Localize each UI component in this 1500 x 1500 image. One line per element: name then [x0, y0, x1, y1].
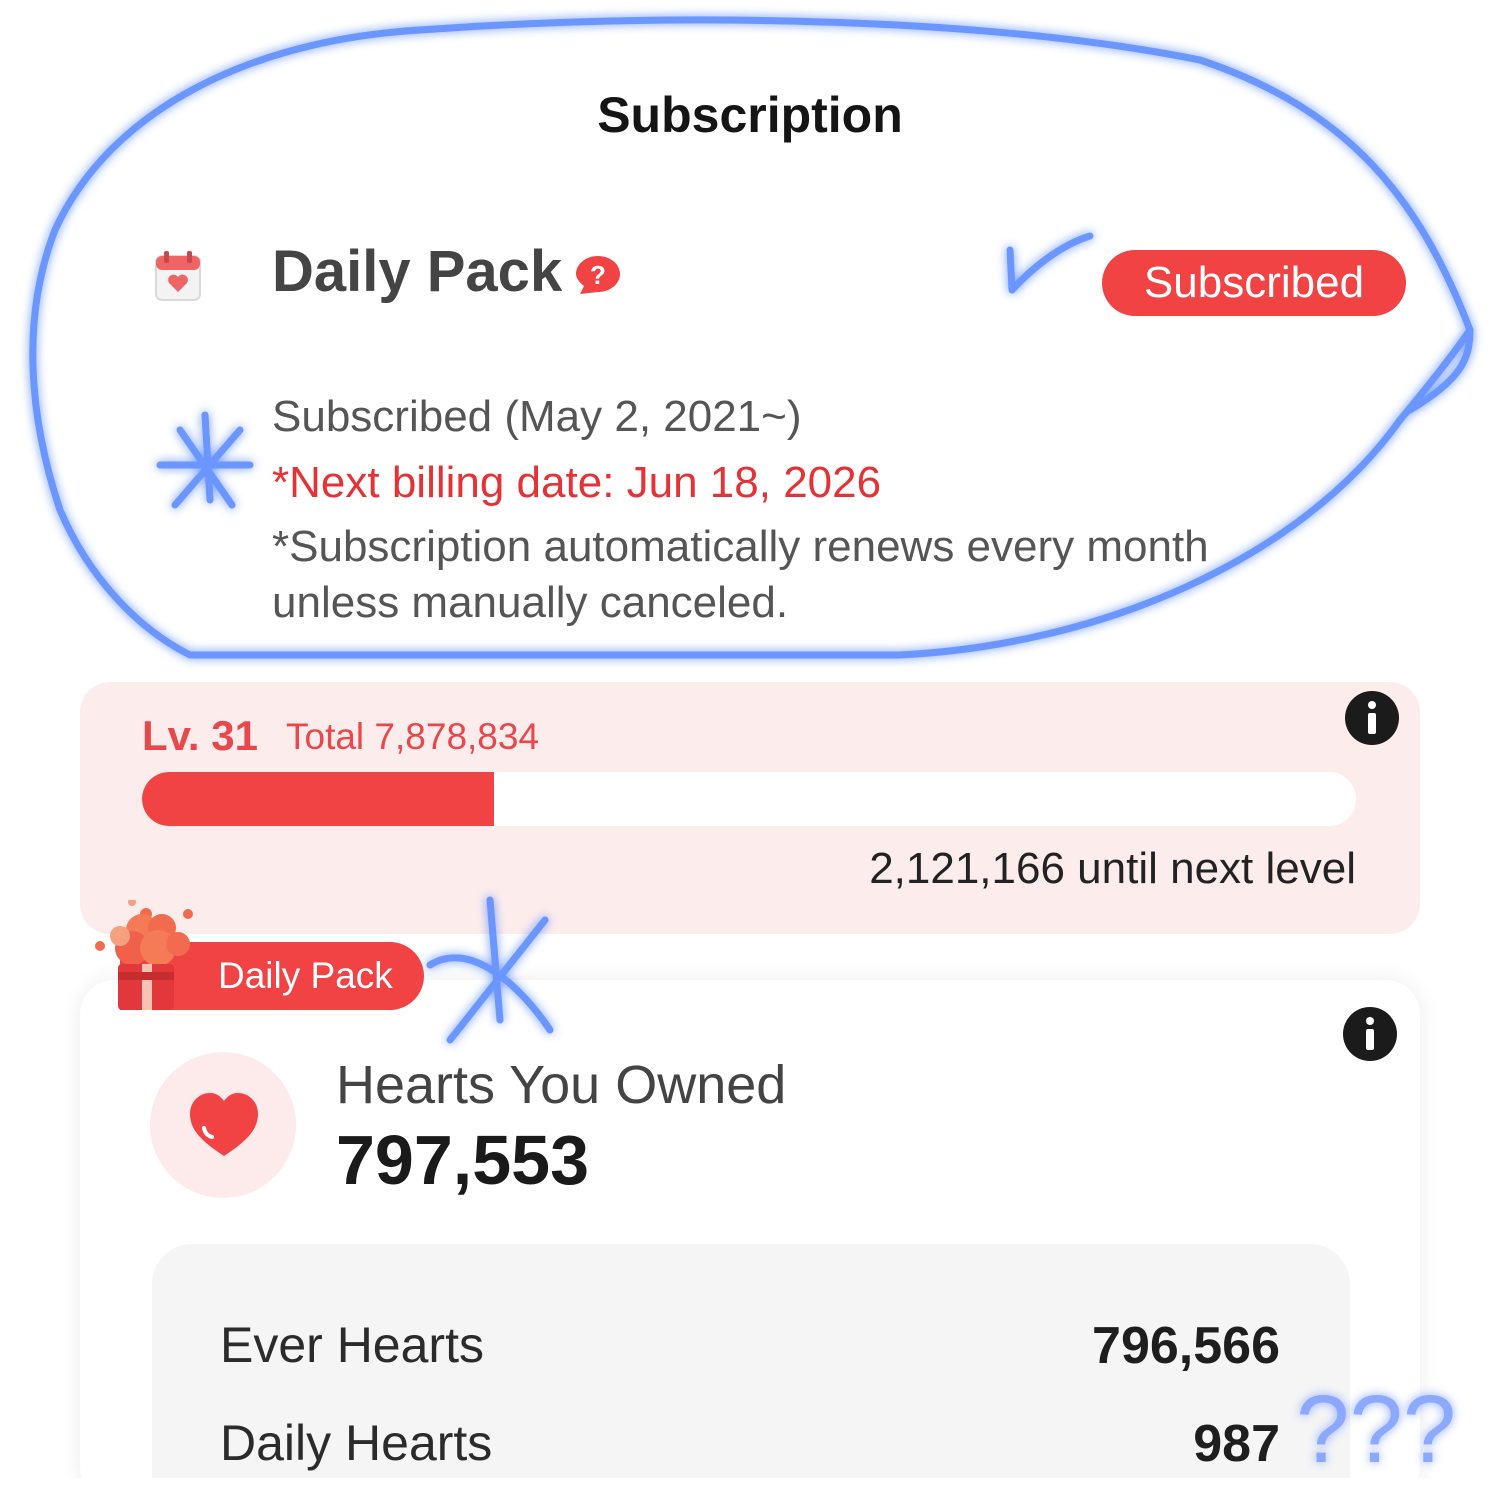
page-title: Subscription	[597, 87, 903, 143]
ever-hearts-label: Ever Hearts	[220, 1317, 484, 1373]
level-progress-bar	[142, 772, 1356, 826]
pack-name: Daily Pack	[272, 239, 563, 304]
level-progress-fill	[142, 772, 495, 826]
hearts-owned-label: Hearts You Owned	[336, 1055, 787, 1115]
bottom-margin	[0, 1478, 1500, 1500]
info-circle-icon[interactable]	[1342, 1006, 1398, 1062]
level-card: Lv. 31 Total 7,878,834 2,121,166 until n…	[80, 682, 1420, 934]
hearts-breakdown: Ever Hearts 796,566 Daily Hearts 987	[152, 1244, 1350, 1500]
daily-hearts-label: Daily Hearts	[220, 1415, 493, 1471]
hearts-owned-value: 797,553	[336, 1121, 590, 1199]
gift-hearts-icon	[95, 900, 193, 1010]
subscribed-since: Subscribed (May 2, 2021~)	[272, 392, 802, 441]
calendar-heart-icon	[155, 251, 201, 301]
daily-hearts-value: 987	[1193, 1415, 1280, 1473]
heart-badge	[150, 1052, 296, 1198]
renewal-note-line2: unless manually canceled.	[272, 578, 789, 627]
svg-text:?: ?	[590, 260, 606, 290]
subscribed-button[interactable]: Subscribed	[1102, 250, 1406, 316]
heart-icon	[190, 1093, 258, 1156]
level-label: Lv. 31	[142, 712, 258, 759]
level-total: Total 7,878,834	[286, 716, 540, 757]
next-billing-date: *Next billing date: Jun 18, 2026	[272, 458, 882, 507]
renewal-note-line1: *Subscription automatically renews every…	[272, 522, 1209, 571]
until-next-level: 2,121,166 until next level	[869, 844, 1356, 893]
question-bubble-icon[interactable]: ?	[574, 254, 622, 296]
info-circle-icon[interactable]	[1344, 690, 1400, 746]
ever-hearts-value: 796,566	[1092, 1317, 1280, 1375]
